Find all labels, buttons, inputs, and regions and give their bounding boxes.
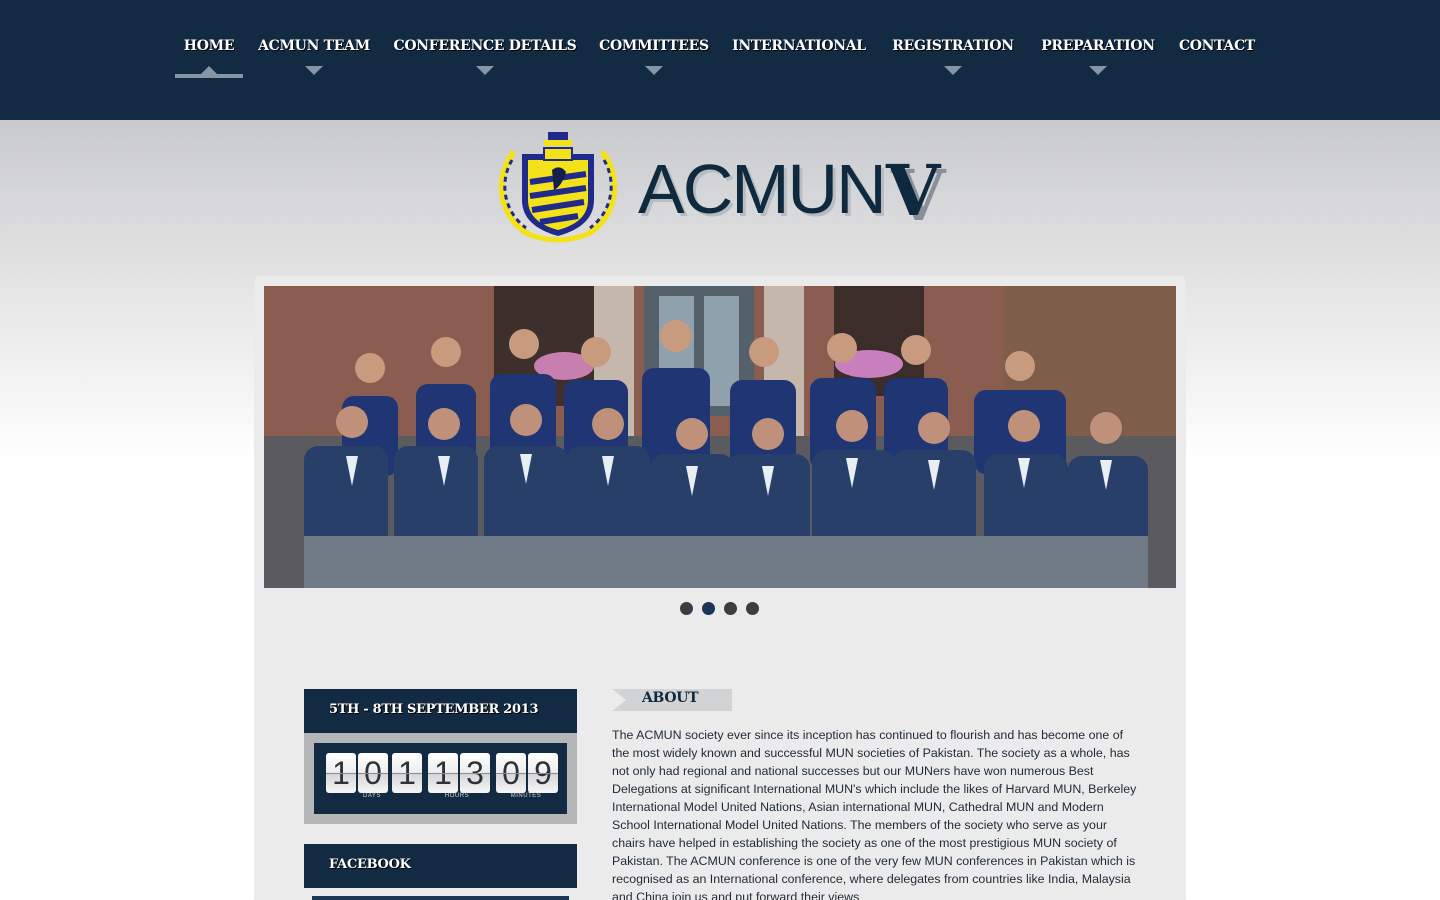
- nav-item-committees[interactable]: COMMITTEES: [596, 36, 712, 80]
- nav-item-international[interactable]: INTERNATIONAL: [730, 36, 868, 80]
- nav-item-label: INTERNATIONAL: [732, 38, 866, 54]
- logo-wordmark: ACMUN: [638, 150, 887, 228]
- chevron-down-icon: [305, 66, 323, 75]
- chevron-down-icon: [1089, 66, 1107, 75]
- slider-dot-3[interactable]: [724, 602, 737, 615]
- active-underline: [175, 74, 243, 78]
- countdown-widget: 1 0 1 1 3 0 9 DAYS HOURS MINUTES: [304, 733, 577, 824]
- countdown-digit: 1: [428, 753, 458, 793]
- countdown-digit: 9: [528, 753, 558, 793]
- nav-item-label: CONTACT: [1178, 38, 1256, 54]
- about-heading: ABOUT: [642, 690, 699, 706]
- hero-slider[interactable]: [264, 286, 1176, 588]
- countdown-digit: 1: [392, 753, 422, 793]
- countdown-days-label: DAYS: [363, 793, 381, 799]
- nav-item-preparation[interactable]: PREPARATION: [1037, 36, 1159, 80]
- countdown-minutes-label: MINUTES: [510, 793, 542, 799]
- group-photo-image: [264, 286, 1176, 588]
- nav-item-contact[interactable]: CONTACT: [1177, 36, 1257, 80]
- slider-dot-1[interactable]: [680, 602, 693, 615]
- nav-item-home[interactable]: HOME: [175, 36, 243, 80]
- nav-item-label: REGISTRATION: [892, 38, 1014, 54]
- nav-item-label: ACMUN TEAM: [258, 38, 370, 54]
- countdown-display: 1 0 1 1 3 0 9 DAYS HOURS MINUTES: [314, 743, 567, 814]
- site-logo[interactable]: ACMUN V: [492, 130, 952, 246]
- countdown-digit: 3: [460, 753, 490, 793]
- chevron-down-icon: [476, 66, 494, 75]
- nav-item-registration[interactable]: REGISTRATION: [889, 36, 1017, 80]
- nav-item-label: HOME: [183, 38, 235, 54]
- chevron-down-icon: [645, 66, 663, 75]
- top-navigation-bar: HOME ACMUN TEAM CONFERENCE DETAILS COMMI…: [0, 0, 1440, 120]
- countdown-digit: 1: [326, 753, 356, 793]
- facebook-heading: FACEBOOK: [304, 844, 577, 888]
- nav-item-label: CONFERENCE DETAILS: [393, 38, 577, 54]
- chevron-down-icon: [944, 66, 962, 75]
- crest-icon: [498, 132, 618, 243]
- about-paragraph: The ACMUN society ever since its incepti…: [612, 728, 1137, 900]
- slider-dot-4[interactable]: [746, 602, 759, 615]
- nav-item-label: COMMITTEES: [599, 38, 709, 54]
- countdown-digit: 0: [358, 753, 388, 793]
- logo-edition: V: [886, 149, 941, 232]
- nav-item-acmun-team[interactable]: ACMUN TEAM: [257, 36, 371, 80]
- conference-dates-heading: 5TH - 8TH SEPTEMBER 2013: [304, 689, 577, 733]
- countdown-hours-label: HOURS: [444, 793, 470, 799]
- countdown-digit: 0: [496, 753, 526, 793]
- nav-item-label: PREPARATION: [1041, 38, 1155, 54]
- facebook-widget[interactable]: [312, 896, 569, 900]
- slider-dot-2[interactable]: [702, 602, 715, 615]
- nav-item-conference-details[interactable]: CONFERENCE DETAILS: [393, 36, 577, 80]
